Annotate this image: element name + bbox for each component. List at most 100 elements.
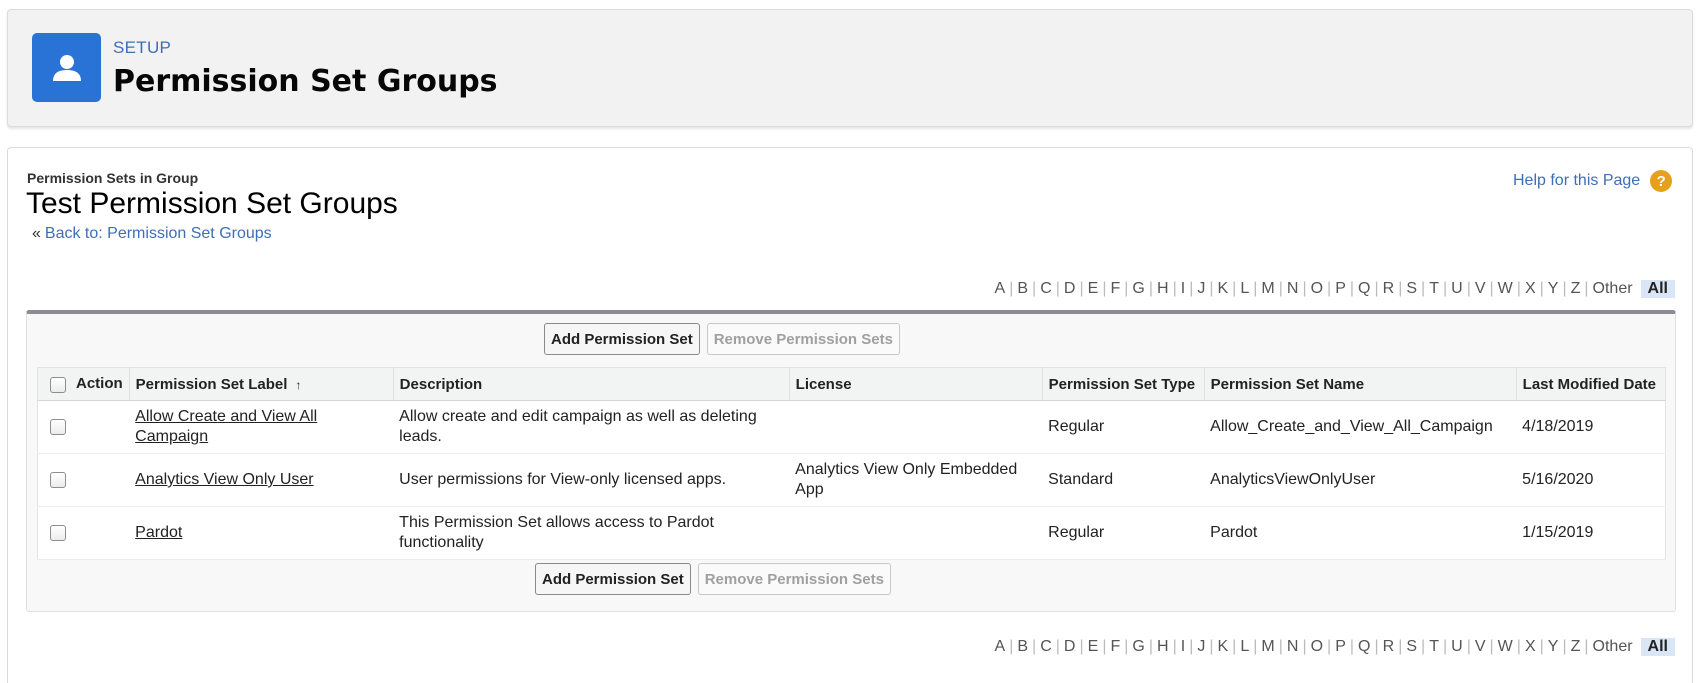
remove-permission-sets-button[interactable]: Remove Permission Sets [697,563,891,595]
alpha-filter-letter[interactable]: G [1128,638,1148,656]
column-header-label[interactable]: Permission Set Label ↑ [129,367,394,401]
alpha-filter-letter[interactable]: G [1128,280,1148,298]
alpha-filter-all[interactable]: All [1640,280,1675,298]
row-type: Regular [1042,400,1205,454]
row-description: This Permission Set allows access to Par… [393,506,790,560]
alpha-filter-letter[interactable]: N [1283,280,1303,298]
alpha-filter-letter[interactable]: I [1177,638,1189,656]
alpha-filter-letter[interactable]: R [1379,638,1399,656]
help-for-this-page[interactable]: Help for this Page ? [1513,170,1673,192]
alpha-filter-letter[interactable]: I [1177,280,1189,298]
permission-sets-table: Action Permission Set Label ↑ Description… [37,367,1666,560]
row-type: Regular [1042,506,1205,560]
row-checkbox[interactable] [50,524,66,541]
column-header-license[interactable]: License [789,367,1043,401]
page-title: Permission Set Groups [113,64,498,99]
user-icon [32,33,101,102]
alpha-filter-letter[interactable]: D [1060,280,1080,298]
sort-ascending-icon[interactable]: ↑ [295,378,301,392]
alpha-filter-letter[interactable]: X [1521,280,1540,298]
column-label-permission-set-label[interactable]: Permission Set Label [136,376,288,393]
column-header-description[interactable]: Description [393,367,790,401]
alpha-filter-letter[interactable]: S [1402,638,1421,656]
permission-set-link[interactable]: Allow Create and View All Campaign [135,408,317,445]
alpha-filter-letter[interactable]: T [1425,280,1443,298]
alpha-filter-letter[interactable]: F [1106,280,1124,298]
alpha-filter-letter[interactable]: R [1379,280,1399,298]
column-header-modified[interactable]: Last Modified Date [1516,367,1666,401]
section-title: Test Permission Set Groups [26,187,398,220]
alpha-filter-letter[interactable]: Z [1567,638,1585,656]
alpha-filter-letter[interactable]: H [1153,638,1173,656]
alpha-filter-letter[interactable]: B [1013,280,1032,298]
alpha-filter-letter[interactable]: C [1036,280,1056,298]
alpha-filter-letter[interactable]: S [1402,280,1421,298]
row-action-cell [37,453,130,507]
column-header-type[interactable]: Permission Set Type [1042,367,1205,401]
alpha-filter-letter[interactable]: X [1521,638,1540,656]
permission-set-link[interactable]: Pardot [135,524,182,541]
alpha-filter-letter[interactable]: C [1036,638,1056,656]
alpha-filter-letter[interactable]: D [1060,638,1080,656]
alpha-filter-letter[interactable]: Q [1354,638,1374,656]
row-action-cell [37,400,130,454]
help-icon[interactable]: ? [1650,170,1673,192]
alpha-filter-letter[interactable]: Y [1544,638,1563,656]
help-link-label[interactable]: Help for this Page [1513,172,1640,190]
alpha-filter-letter[interactable]: Q [1354,280,1374,298]
row-description: Allow create and edit campaign as well a… [393,400,790,454]
alpha-filter-letter[interactable]: J [1193,280,1209,298]
alpha-filter-letter[interactable]: O [1307,280,1327,298]
alpha-filter-letter[interactable]: M [1257,280,1278,298]
alpha-filter-letter[interactable]: P [1331,638,1350,656]
section-eyebrow: Permission Sets in Group [27,170,199,186]
alpha-filter-letter[interactable]: W [1494,638,1517,656]
alpha-filter-letter[interactable]: A [991,638,1010,656]
alpha-filter-letter[interactable]: L [1236,638,1253,656]
alpha-filter-letter[interactable]: P [1331,280,1350,298]
remove-permission-sets-button[interactable]: Remove Permission Sets [706,323,900,355]
alpha-filter-letter[interactable]: H [1153,280,1173,298]
alpha-filter-letter[interactable]: O [1307,638,1327,656]
alpha-filter-letter[interactable]: E [1084,280,1103,298]
row-action-cell [37,506,130,560]
select-all-checkbox[interactable] [50,376,66,393]
alpha-filter-letter[interactable]: Y [1544,280,1563,298]
alpha-filter-letter[interactable]: A [991,280,1010,298]
alpha-filter-letter[interactable]: U [1447,280,1467,298]
row-license [789,506,1043,560]
alpha-filter-letter[interactable]: V [1471,280,1490,298]
permission-set-link[interactable]: Analytics View Only User [135,471,313,488]
row-modified: 4/18/2019 [1516,400,1666,454]
row-checkbox[interactable] [50,418,66,435]
add-permission-set-button[interactable]: Add Permission Set [535,563,691,595]
alpha-filter-letter[interactable]: U [1447,638,1467,656]
back-to-permission-set-groups-link[interactable]: Back to: Permission Set Groups [45,225,272,242]
row-name: Allow_Create_and_View_All_Campaign [1204,400,1517,454]
column-header-name[interactable]: Permission Set Name [1204,367,1517,401]
table-header-row: Action Permission Set Label ↑ Description… [37,367,1666,401]
alpha-filter-all[interactable]: All [1640,638,1675,656]
alpha-filter-letter[interactable]: M [1257,638,1278,656]
alpha-filter-letter[interactable]: B [1013,638,1032,656]
alpha-filter-letter[interactable]: E [1084,638,1103,656]
back-arrow: « [32,225,41,242]
alpha-filter-letter[interactable]: Z [1567,280,1585,298]
row-label-cell: Allow Create and View All Campaign [129,400,394,454]
alpha-filter-other[interactable]: Other [1589,638,1637,656]
alpha-filter-other[interactable]: Other [1589,280,1637,298]
alpha-filter-letter[interactable]: K [1214,638,1233,656]
alpha-filter-letter[interactable]: F [1106,638,1124,656]
row-label-cell: Analytics View Only User [129,453,394,507]
alpha-filter-letter[interactable]: N [1283,638,1303,656]
row-checkbox[interactable] [50,471,66,488]
add-permission-set-button[interactable]: Add Permission Set [544,323,700,355]
table-row: Allow Create and View All Campaign Allow… [37,400,1666,454]
alpha-filter-letter[interactable]: L [1236,280,1253,298]
alpha-filter-letter[interactable]: W [1494,280,1517,298]
alpha-filter-letter[interactable]: K [1214,280,1233,298]
alpha-filter-letter[interactable]: J [1193,638,1209,656]
row-modified: 1/15/2019 [1516,506,1666,560]
alpha-filter-letter[interactable]: V [1471,638,1490,656]
alpha-filter-letter[interactable]: T [1425,638,1443,656]
